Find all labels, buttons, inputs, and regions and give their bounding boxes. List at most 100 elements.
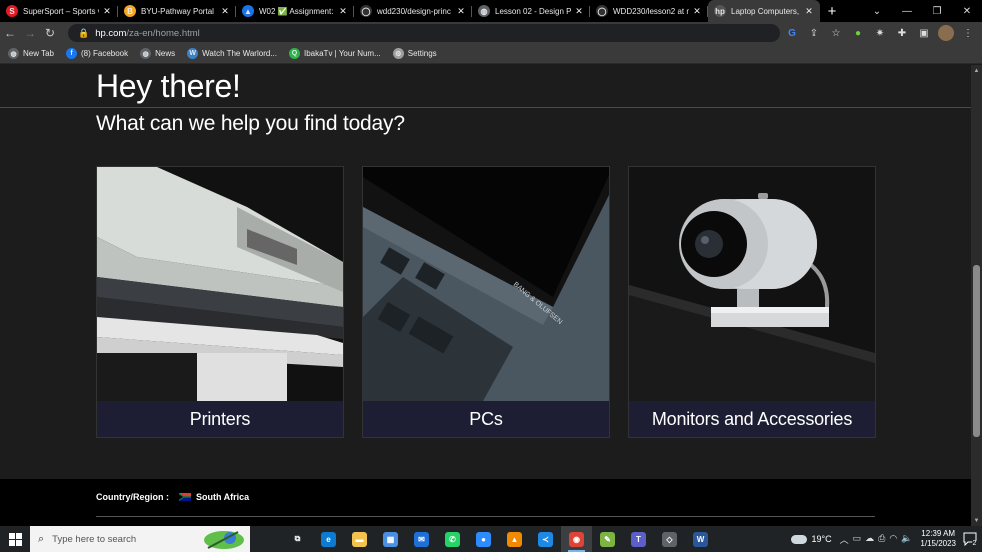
taskbar-app-button[interactable]: ▲ — [499, 526, 530, 552]
forward-icon[interactable]: → — [20, 23, 40, 43]
byu-pathway-icon: B — [124, 5, 136, 17]
scrollbar-thumb[interactable] — [973, 265, 980, 437]
onedrive-icon[interactable]: ☁ — [865, 533, 874, 546]
category-card-printers[interactable]: Printers — [96, 166, 344, 438]
lock-icon[interactable]: 🔒 — [78, 28, 89, 39]
side-panel-icon[interactable]: ▣ — [916, 25, 932, 41]
footer-divider — [96, 516, 875, 517]
share-icon[interactable]: ⇪ — [806, 25, 822, 41]
taskbar-app-button[interactable]: ▬ — [344, 526, 375, 552]
close-tab-icon[interactable]: ✕ — [338, 6, 348, 17]
taskbar-app-button[interactable]: ◇ — [654, 526, 685, 552]
category-card-pcs[interactable]: BANG & OLUFSEN PCs — [362, 166, 610, 438]
whatsapp-icon: ✆ — [445, 531, 460, 547]
close-tab-icon[interactable]: ✕ — [456, 6, 466, 17]
bookmark-item[interactable]: ◍ New Tab — [8, 48, 54, 59]
bookmark-item[interactable]: Q IbakaTv | Your Num... — [288, 48, 381, 59]
tab-strip: S SuperSport – Sports v ✕ B BYU-Pathway Port… — [0, 0, 982, 22]
wifi-icon[interactable]: ◠ — [889, 533, 897, 546]
extension-gear-icon[interactable]: ✷ — [872, 25, 888, 41]
taskbar-app-button[interactable]: ✆ — [437, 526, 468, 552]
taskbar-search-input[interactable]: ⌕ Type here to search — [30, 526, 250, 552]
browser-tab[interactable]: ◍ Lesson 02 - Design Pr ✕ — [472, 0, 590, 22]
printer-tray-icon[interactable]: ⎙ — [878, 533, 885, 546]
region-selector[interactable]: Country/Region : South Africa — [96, 492, 249, 502]
region-value: South Africa — [196, 492, 250, 502]
globe-icon: ◍ — [140, 48, 152, 59]
taskbar-app-button[interactable]: W — [685, 526, 716, 552]
globe-icon: ◍ — [478, 5, 490, 17]
profile-avatar[interactable] — [938, 25, 954, 41]
browser-tab[interactable]: ◯ WDD230/lesson2 at m ✕ — [590, 0, 708, 22]
site-footer: Country/Region : South Africa — [0, 479, 971, 526]
close-tab-icon[interactable]: ✕ — [804, 6, 814, 17]
edge-icon: e — [321, 531, 336, 547]
browser-tab[interactable]: B BYU-Pathway Portal ✕ — [118, 0, 236, 22]
google-icon[interactable]: G — [784, 25, 800, 41]
search-icon: ⌕ — [38, 532, 45, 545]
close-tab-icon[interactable]: ✕ — [102, 6, 112, 17]
bookmark-item[interactable]: ⚙ Settings — [392, 48, 437, 59]
taskbar-app-button[interactable]: e — [313, 526, 344, 552]
url-path: /za-en/home.html — [126, 27, 200, 39]
browser-tab[interactable]: S SuperSport – Sports v ✕ — [0, 0, 118, 22]
weather-widget[interactable]: 19°C — [791, 534, 832, 544]
browser-tab[interactable]: ▲ W02 ✅ Assignment: ✕ — [236, 0, 354, 22]
windows-start-button[interactable] — [0, 526, 30, 552]
taskbar-clock[interactable]: 12:39 AM 1/15/2023 — [920, 529, 956, 549]
bookmark-item[interactable]: W Watch The Warlord... — [187, 48, 277, 59]
file-explorer-icon: ▬ — [352, 531, 367, 547]
restore-icon[interactable]: ❐ — [922, 0, 952, 22]
close-tab-icon[interactable]: ✕ — [692, 6, 702, 17]
extensions-puzzle-icon[interactable]: ✚ — [894, 25, 910, 41]
mail-icon: ✉ — [414, 531, 429, 547]
close-window-icon[interactable]: ✕ — [952, 0, 982, 22]
taskbar-apps: ⧉ e ▬ ▦ ✉ ✆ ● ▲ ≺ ◉ ✎ T ◇ W — [282, 526, 716, 552]
volume-icon[interactable]: 🔈 — [901, 533, 912, 546]
menu-kebab-icon[interactable]: ⋮ — [960, 25, 976, 41]
help-heading: What can we help you find today? — [96, 112, 405, 135]
globe-icon: ◍ — [8, 48, 19, 59]
chevron-up-icon[interactable]: ︿ — [840, 533, 849, 546]
tab-title: Lesson 02 - Design Pr — [495, 6, 571, 16]
bookmark-item[interactable]: ◍ News — [140, 48, 175, 59]
back-icon[interactable]: ← — [0, 23, 20, 43]
notification-center-icon[interactable]: 2 — [962, 531, 978, 547]
category-label-monitors: Monitors and Accessories — [629, 401, 875, 437]
category-card-monitors[interactable]: Monitors and Accessories — [628, 166, 876, 438]
new-tab-button[interactable]: + — [820, 0, 844, 22]
browser-tab[interactable]: ◯ wdd230/design-princ ✕ — [354, 0, 472, 22]
temperature: 19°C — [811, 534, 832, 544]
bookmark-item[interactable]: f (8) Facebook — [65, 48, 128, 59]
scroll-up-icon[interactable]: ▲ — [971, 65, 982, 76]
taskbar-app-button[interactable]: T — [623, 526, 654, 552]
tray-icons: ︿ ▭ ☁ ⎙ ◠ 🔈 — [840, 533, 913, 546]
taskbar-app-button[interactable]: ✎ — [592, 526, 623, 552]
tab-search-icon[interactable]: ⌄ — [862, 0, 892, 22]
page-scrollbar[interactable]: ▲ ▼ — [971, 65, 982, 526]
close-tab-icon[interactable]: ✕ — [220, 6, 230, 17]
scroll-down-icon[interactable]: ▼ — [971, 515, 982, 526]
tab-title: WDD230/lesson2 at m — [613, 6, 689, 16]
reload-icon[interactable]: ↻ — [40, 23, 60, 43]
taskbar-app-button[interactable]: ● — [468, 526, 499, 552]
tab-title: wdd230/design-princ — [377, 6, 451, 16]
address-bar[interactable]: 🔒 hp.com/za-en/home.html — [68, 24, 780, 42]
taskbar-app-button[interactable]: ✉ — [406, 526, 437, 552]
task-view-icon: ⧉ — [290, 531, 305, 547]
bookmark-label: Settings — [407, 49, 437, 58]
south-africa-flag-icon — [179, 493, 191, 501]
windows-taskbar: ⌕ Type here to search ⧉ e ▬ ▦ ✉ ✆ ● ▲ ≺ ◉ ✎ T ◇ W 19°… — [0, 526, 982, 552]
close-tab-icon[interactable]: ✕ — [574, 6, 584, 17]
extension-green-icon[interactable]: ● — [850, 25, 866, 41]
taskbar-app-button[interactable]: ▦ — [375, 526, 406, 552]
minimize-icon[interactable]: — — [892, 0, 922, 22]
taskbar-app-button[interactable]: ⧉ — [282, 526, 313, 552]
browser-tab[interactable]: hp Laptop Computers, D ✕ — [708, 0, 820, 22]
taskbar-app-button[interactable]: ≺ — [530, 526, 561, 552]
ms-store-icon: ▦ — [383, 531, 398, 547]
taskbar-app-button[interactable]: ◉ — [561, 526, 592, 552]
hp-icon: hp — [714, 5, 726, 17]
bookmark-star-icon[interactable]: ☆ — [828, 25, 844, 41]
battery-icon[interactable]: ▭ — [853, 533, 862, 546]
